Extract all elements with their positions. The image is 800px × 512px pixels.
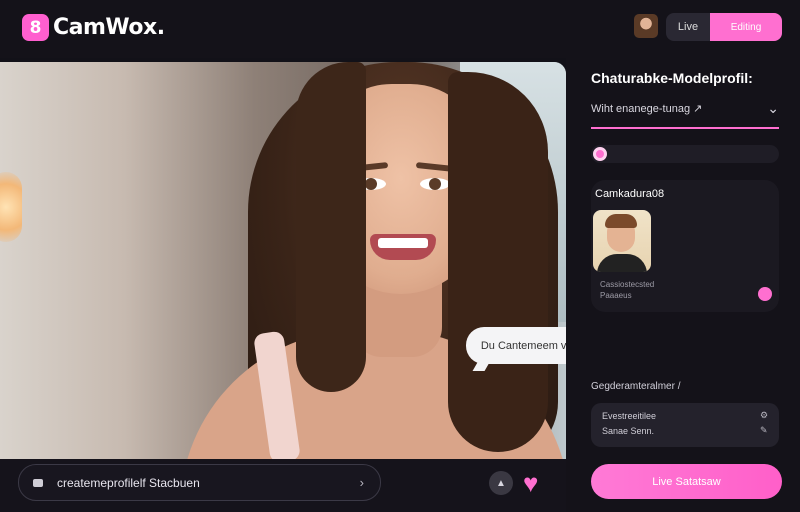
photo-hair — [605, 214, 637, 228]
hair-left — [296, 62, 366, 392]
hair-right — [448, 72, 548, 452]
message-input-text: createmeprofilelf Stacbuen — [57, 475, 200, 490]
logo-text: CamWox. — [53, 15, 165, 40]
slider-thumb[interactable] — [593, 147, 607, 161]
dropdown-value: Wiht enanege-tunag ↗ — [591, 103, 703, 115]
photo-body — [597, 254, 647, 272]
info-line-2: Sanae Senn. — [602, 426, 655, 436]
slider-track[interactable] — [591, 145, 779, 163]
live-tab[interactable]: Live — [666, 13, 710, 41]
editing-tab[interactable]: Editing — [710, 13, 782, 41]
card-line-1: Cassiostecsted — [600, 280, 655, 289]
app-logo[interactable]: 8 CamWox. — [22, 14, 165, 41]
go-live-button[interactable]: Live Satatsaw — [591, 464, 782, 499]
card-line-2: Paaaeus — [600, 291, 632, 300]
right-eye — [420, 178, 450, 190]
chevron-right-icon[interactable]: › — [360, 475, 364, 490]
chevron-down-icon[interactable]: ⌄ — [767, 100, 779, 117]
card-action-dot[interactable] — [758, 287, 772, 301]
dropdown-underline — [591, 127, 779, 129]
settings-icon[interactable]: ⚙ — [760, 410, 768, 421]
profile-dropdown[interactable]: Wiht enanege-tunag ↗ ⌄ — [591, 100, 779, 126]
video-stream[interactable] — [0, 62, 566, 459]
card-photo[interactable] — [593, 210, 651, 272]
logo-badge: 8 — [22, 14, 49, 41]
emoji-icon[interactable]: ▲ — [489, 471, 513, 495]
section-label: Gegderamteralmer / — [591, 381, 681, 392]
message-input[interactable]: createmeprofilelf Stacbuen › — [18, 464, 381, 501]
smile — [370, 234, 436, 260]
card-title: Camkadura08 — [595, 188, 665, 200]
panel-title: Chaturabke-Modelprofil: — [591, 70, 753, 86]
edit-icon[interactable]: ✎ — [760, 425, 768, 436]
camera-icon — [33, 478, 43, 487]
user-avatar[interactable] — [634, 14, 658, 38]
info-line-1: Evestreeitilee — [602, 411, 657, 421]
heart-icon[interactable]: ♥ — [523, 470, 538, 496]
background-lamp — [0, 172, 22, 242]
mode-toggle[interactable]: Live Editing — [666, 13, 782, 41]
info-box[interactable] — [591, 403, 779, 447]
